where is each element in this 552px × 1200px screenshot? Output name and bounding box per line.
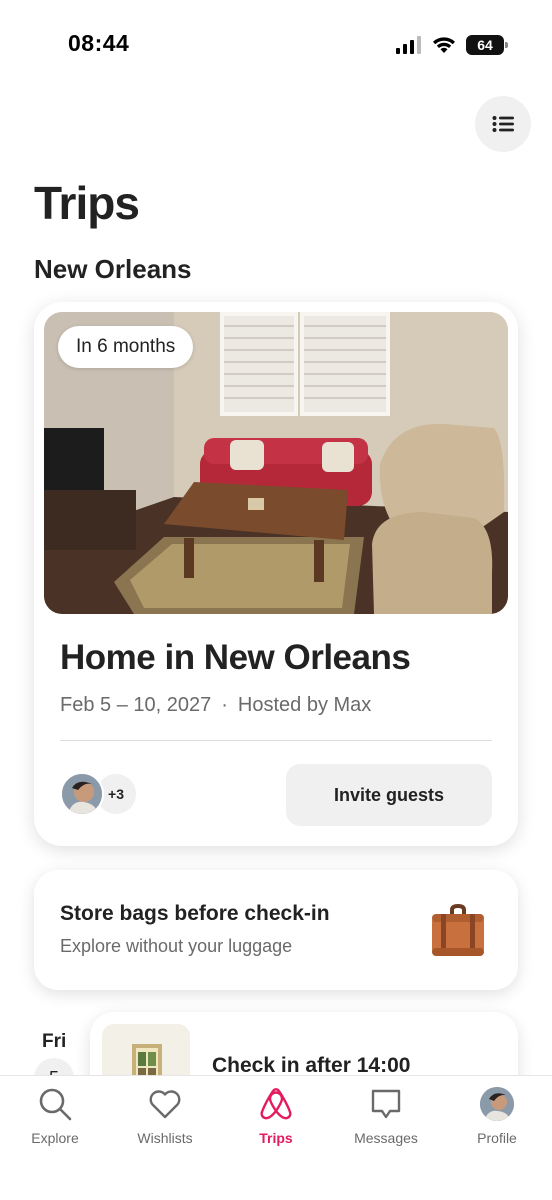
cellular-signal-icon xyxy=(396,36,421,54)
search-icon xyxy=(39,1088,72,1121)
page-title: Trips xyxy=(34,177,140,229)
status-time: 08:44 xyxy=(68,30,130,56)
store-bags-card[interactable]: Store bags before check-in Explore witho… xyxy=(34,870,518,990)
tab-wishlists[interactable]: Wishlists xyxy=(110,1086,220,1156)
battery-level: 64 xyxy=(477,37,493,53)
bottom-tab-bar: Explore Wishlists Trips Messages Profile xyxy=(0,1075,552,1200)
section-title: New Orleans xyxy=(34,254,192,284)
airbnb-logo-icon xyxy=(260,1088,292,1120)
listing-photo: In 6 months xyxy=(44,312,508,614)
trip-time-badge: In 6 months xyxy=(58,326,194,368)
message-icon xyxy=(371,1089,401,1119)
invite-guests-button[interactable]: Invite guests xyxy=(286,764,492,826)
luggage-icon xyxy=(432,904,484,956)
status-bar: 08:44 64 xyxy=(0,0,552,80)
avatar xyxy=(60,772,104,816)
guest-avatars[interactable]: +3 xyxy=(60,772,140,816)
trip-meta: Feb 5 – 10, 2027 · Hosted by Max xyxy=(60,694,371,717)
battery-icon: 64 xyxy=(466,35,508,55)
trip-host: Hosted by Max xyxy=(237,694,372,716)
heart-icon xyxy=(149,1090,181,1119)
divider xyxy=(60,740,492,741)
avatar xyxy=(480,1087,514,1121)
wifi-icon xyxy=(433,37,455,53)
meta-separator: · xyxy=(221,694,228,716)
list-icon xyxy=(492,116,514,132)
tab-trips[interactable]: Trips xyxy=(221,1086,331,1156)
list-view-button[interactable] xyxy=(475,96,531,152)
trip-name: Home in New Orleans xyxy=(60,638,411,677)
tab-profile[interactable]: Profile xyxy=(442,1086,552,1156)
tab-label: Trips xyxy=(259,1130,293,1146)
tab-explore[interactable]: Explore xyxy=(0,1086,110,1156)
tab-messages[interactable]: Messages xyxy=(331,1086,441,1156)
tab-label: Messages xyxy=(354,1130,418,1146)
timeline-day-name: Fri xyxy=(42,1031,67,1052)
tab-label: Wishlists xyxy=(137,1130,193,1146)
trip-card[interactable]: In 6 months Home in New Orleans Feb 5 – … xyxy=(34,302,518,846)
store-bags-subtitle: Explore without your luggage xyxy=(60,936,293,956)
tab-label: Explore xyxy=(31,1130,79,1146)
trip-dates: Feb 5 – 10, 2027 xyxy=(60,694,212,716)
status-icons: 64 xyxy=(396,34,508,56)
tab-label: Profile xyxy=(477,1130,517,1146)
store-bags-title: Store bags before check-in xyxy=(60,902,330,925)
